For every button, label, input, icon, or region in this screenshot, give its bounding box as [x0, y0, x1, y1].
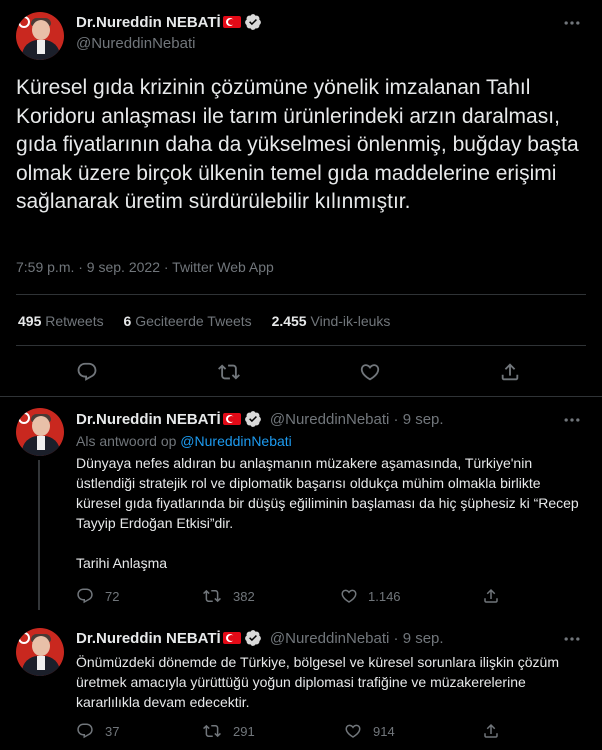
turkish-flag-icon [222, 632, 241, 644]
thread-line [38, 460, 40, 610]
turkish-flag-icon [222, 413, 241, 425]
divider [0, 396, 602, 397]
share-icon[interactable] [499, 361, 521, 383]
handle-and-date[interactable]: @NureddinNebati · 9 sep. [270, 630, 444, 647]
turkish-flag-icon [222, 16, 241, 28]
author-name-row[interactable]: Dr.Nureddin NEBATİ [76, 13, 262, 31]
reply-icon[interactable] [76, 361, 98, 383]
tweet-text: Küresel gıda krizinin çözümüne yönelik i… [16, 76, 579, 213]
reply-text-2: Tarihi Anlaşma [76, 555, 168, 571]
reply-icon[interactable] [76, 722, 94, 740]
like-icon[interactable] [359, 361, 381, 383]
reply-icon[interactable] [76, 587, 94, 605]
author-name[interactable]: Dr.Nureddin NEBATİ [76, 14, 221, 31]
share-icon[interactable] [482, 587, 500, 605]
reply-context: Als antwoord op @NureddinNebati [76, 433, 292, 449]
retweet-icon[interactable] [203, 587, 221, 605]
author-name-row[interactable]: Dr.Nureddin NEBATİ @NureddinNebati · 9 s… [76, 629, 444, 647]
quotes-stat[interactable]: 6 Geciteerde Tweets [124, 313, 252, 329]
like-icon[interactable] [344, 722, 362, 740]
divider [16, 294, 586, 295]
retweet-count: 291 [233, 724, 255, 739]
avatar[interactable] [16, 408, 64, 456]
verified-badge-icon [244, 14, 261, 30]
like-count: 1.146 [368, 589, 401, 604]
retweet-icon[interactable] [218, 361, 240, 383]
retweets-stat[interactable]: 495 Retweets [18, 313, 104, 329]
share-icon[interactable] [482, 722, 500, 740]
verified-badge-icon [244, 630, 261, 646]
author-handle[interactable]: @NureddinNebati [76, 35, 195, 52]
more-icon[interactable] [562, 13, 582, 33]
reply-count: 72 [105, 589, 120, 604]
avatar[interactable] [16, 628, 64, 676]
retweet-icon[interactable] [203, 722, 221, 740]
reply-count: 37 [105, 724, 120, 739]
divider [16, 345, 586, 346]
tweet-meta[interactable]: 7:59 p.m. · 9 sep. 2022 · Twitter Web Ap… [16, 259, 274, 275]
reply-text: Dünyaya nefes aldıran bu anlaşmanın müza… [76, 455, 579, 531]
like-count: 914 [373, 724, 395, 739]
avatar[interactable] [16, 12, 64, 60]
handle-and-date[interactable]: @NureddinNebati · 9 sep. [270, 411, 444, 428]
verified-badge-icon [244, 411, 261, 427]
likes-stat[interactable]: 2.455 Vind-ik-leuks [272, 313, 391, 329]
more-icon[interactable] [562, 629, 582, 649]
more-icon[interactable] [562, 410, 582, 430]
author-name[interactable]: Dr.Nureddin NEBATİ [76, 411, 221, 428]
tweet-stats: 495 Retweets 6 Geciteerde Tweets 2.455 V… [18, 313, 406, 329]
reply-text: Önümüzdeki dönemde de Türkiye, bölgesel … [76, 654, 559, 710]
like-icon[interactable] [340, 587, 358, 605]
author-name-row[interactable]: Dr.Nureddin NEBATİ @NureddinNebati · 9 s… [76, 410, 444, 428]
reply-to-link[interactable]: @NureddinNebati [180, 433, 292, 449]
retweet-count: 382 [233, 589, 255, 604]
author-name[interactable]: Dr.Nureddin NEBATİ [76, 630, 221, 647]
